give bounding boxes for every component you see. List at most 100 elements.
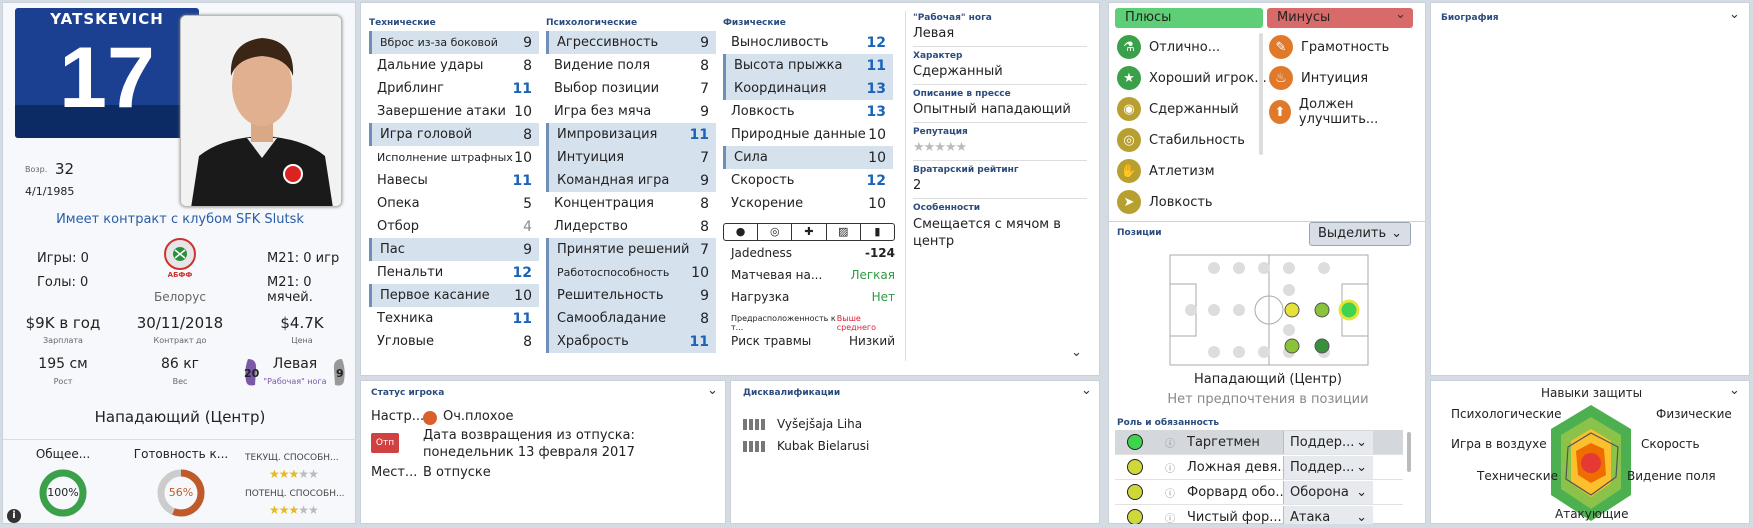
info-icon[interactable]: ⓘ [1165,460,1175,475]
mental-attribute-row[interactable]: Самообладание 8 [546,307,716,330]
duty-select[interactable]: Поддер... ⌄ [1283,455,1373,479]
physical-attribute-row[interactable]: Природные данные 10 [723,123,893,146]
role-name: Форвард обо... [1187,484,1288,500]
role-row[interactable]: ⓘ Ложная девя... Поддер... ⌄ [1115,455,1403,480]
mental-attribute-row[interactable]: Лидерство 8 [546,215,716,238]
bio-title[interactable]: Биография [1441,13,1499,23]
strength-item[interactable]: ★ Хороший игрок... [1117,66,1267,90]
trait-label: Атлетизм [1149,163,1215,179]
mental-attribute-row[interactable]: Храбрость 11 [546,330,716,353]
attribute-value: 7 [700,149,709,166]
potential-ability-stars: ★★★★★ [269,503,319,517]
attribute-value: 11 [512,80,532,97]
strength-item[interactable]: ◎ Стабильность [1117,128,1245,152]
mental-attribute-row[interactable]: Командная игра 9 [546,169,716,192]
duty-select[interactable]: Оборона ⌄ [1283,480,1373,504]
technical-attribute-row[interactable]: Угловые 8 [369,330,539,353]
technical-attribute-row[interactable]: Дриблинг 11 [369,77,539,100]
pitch-diagram[interactable] [1169,254,1369,366]
technical-attribute-row[interactable]: Техника 11 [369,307,539,330]
technical-attribute-row[interactable]: Исполнение штрафных 10 [369,146,539,169]
physical-column: Физические Выносливость 12 Высота прыжка 11… [723,18,893,215]
attribute-value: 10 [868,126,886,143]
skill-physical-label: Физические [1656,407,1732,421]
mental-attribute-row[interactable]: Принятие решений 7 [546,238,716,261]
chevron-down-icon[interactable]: ⌄ [1729,383,1740,398]
weakness-item[interactable]: ⬆ Должен улучшить... [1269,97,1425,127]
physical-attribute-row[interactable]: Координация 13 [723,77,893,100]
ball-view-icon[interactable]: ◎ [758,224,793,240]
mental-attribute-row[interactable]: Работоспособность 10 [546,261,716,284]
technical-attribute-row[interactable]: Вброс из-за боковой 9 [369,31,539,54]
strength-item[interactable]: ➤ Ловкость [1117,190,1213,214]
technical-attribute-row[interactable]: Навесы 11 [369,169,539,192]
disq-list: Vyšejšaja Liha Kubak Bielarusi [743,413,869,457]
overall-ring[interactable]: 100% [37,467,89,519]
position-name: Нападающий (Центр) [1194,372,1342,387]
weakness-item[interactable]: ♨ Интуиция [1269,66,1368,90]
mental-attribute-row[interactable]: Видение поля 8 [546,54,716,77]
mental-attribute-row[interactable]: Интуиция 7 [546,146,716,169]
physical-attribute-row[interactable]: Скорость 12 [723,169,893,192]
physical-attribute-row[interactable]: Ловкость 13 [723,100,893,123]
highlight-select[interactable]: Выделить ⌄ [1309,222,1411,246]
technical-attribute-row[interactable]: Опека 5 [369,192,539,215]
chevron-down-icon[interactable]: ⌄ [1729,7,1740,22]
duty-select[interactable]: Поддер... ⌄ [1283,430,1373,454]
mental-attribute-row[interactable]: Выбор позиции 7 [546,77,716,100]
technical-attribute-row[interactable]: Пас 9 [369,238,539,261]
physical-attribute-row[interactable]: Выносливость 12 [723,31,893,54]
age-value: 32 [55,160,75,178]
attribute-value: 12 [512,264,532,281]
medical-view-icon[interactable]: ✚ [792,224,827,240]
chevron-down-icon[interactable]: ⌄ [707,383,718,398]
attribute-name: Завершение атаки [377,104,506,119]
chart-view-icon[interactable]: ▮ [861,224,894,240]
weakness-item[interactable]: ✎ Грамотность [1269,35,1389,59]
info-icon[interactable]: ⓘ [1165,485,1175,500]
readiness-ring[interactable]: 56% [155,467,207,519]
mental-attribute-row[interactable]: Решительность 9 [546,284,716,307]
physical-attribute-row[interactable]: Ускорение 10 [723,192,893,215]
chevron-down-icon[interactable]: ⌄ [1081,383,1092,398]
mental-attribute-row[interactable]: Концентрация 8 [546,192,716,215]
role-row[interactable]: ⓘ Таргетмен Поддер... ⌄ [1115,430,1403,455]
mental-attribute-row[interactable]: Игра без мяча 9 [546,100,716,123]
technical-attribute-row[interactable]: Первое касание 10 [369,284,539,307]
physical-attribute-row[interactable]: Сила 10 [723,146,893,169]
technical-attribute-row[interactable]: Завершение атаки 10 [369,100,539,123]
duty-value: Поддер... [1290,459,1355,475]
technical-attribute-row[interactable]: Игра головой 8 [369,123,539,146]
role-row[interactable]: ⓘ Форвард обо... Оборона ⌄ [1115,480,1403,505]
attribute-value: 10 [868,149,886,166]
info-icon[interactable]: ⓘ [1165,435,1175,450]
info-view-icon[interactable]: ● [724,224,759,240]
attribute-name: Отбор [377,219,420,234]
duty-select[interactable]: Атака ⌄ [1283,505,1373,524]
technical-attribute-row[interactable]: Дальние удары 8 [369,54,539,77]
technical-attribute-row[interactable]: Пенальти 12 [369,261,539,284]
minus-tab[interactable]: Минусы [1267,8,1413,28]
chevron-down-icon[interactable]: ⌄ [1395,7,1406,22]
strength-item[interactable]: ✋ Атлетизм [1117,159,1215,183]
attribute-name: Дальние удары [377,58,484,73]
info-icon[interactable]: i [7,509,21,523]
technical-attribute-row[interactable]: Отбор 4 [369,215,539,238]
info-icon[interactable]: ⓘ [1165,510,1175,525]
positions-title[interactable]: Позиции [1117,228,1162,238]
status-title[interactable]: Статус игрока [371,388,444,398]
contract-link[interactable]: Имеет контракт с клубом SFK Slutsk [3,212,357,227]
mental-attribute-row[interactable]: Агрессивность 9 [546,31,716,54]
chevron-down-icon[interactable]: ⌄ [1071,345,1082,360]
mood-icon [423,411,437,425]
role-row[interactable]: ⓘ Чистый фор... Атака ⌄ [1115,505,1403,524]
trait-icon: ✋ [1117,159,1141,183]
strength-item[interactable]: ◉ Сдержанный [1117,97,1239,121]
plus-tab[interactable]: Плюсы [1115,8,1263,28]
bandage-view-icon[interactable]: ▨ [827,224,861,240]
trait-label: Хороший игрок... [1149,70,1267,86]
mental-attribute-row[interactable]: Импровизация 11 [546,123,716,146]
contract-end-label: Контракт до [153,336,207,345]
strength-item[interactable]: ⚗ Отлично... [1117,35,1220,59]
physical-attribute-row[interactable]: Высота прыжка 11 [723,54,893,77]
